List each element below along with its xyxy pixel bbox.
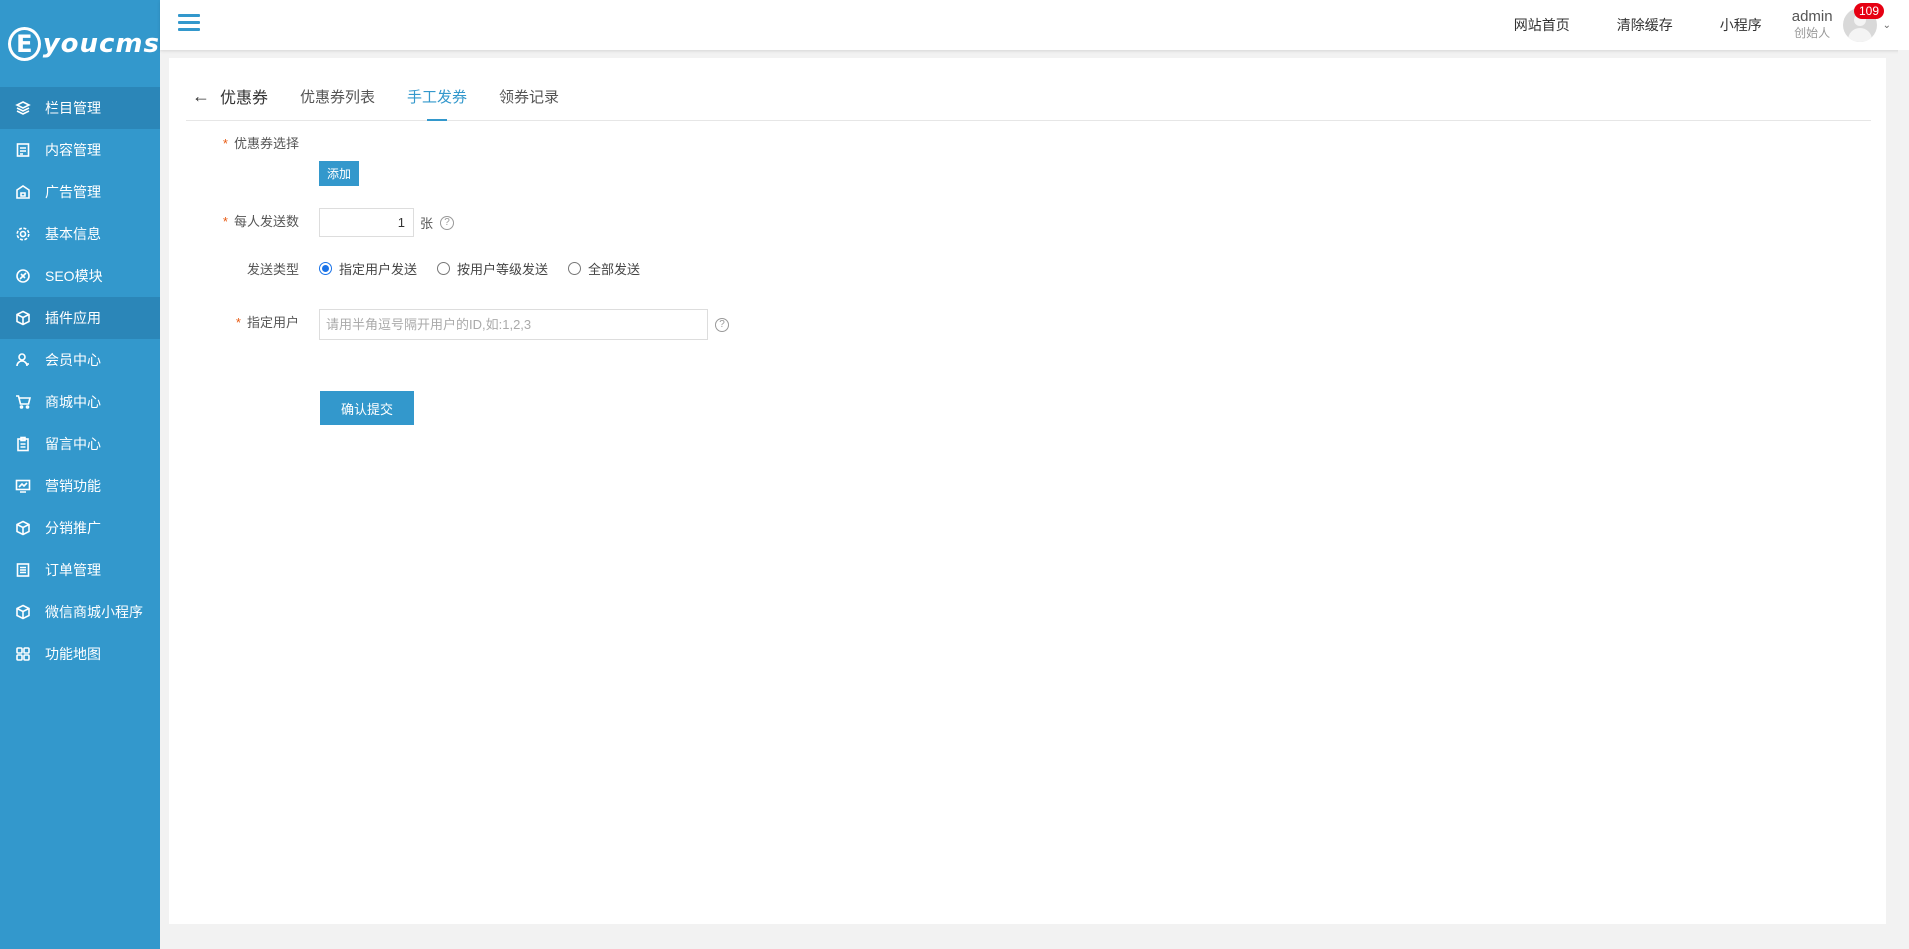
list-icon (15, 562, 31, 578)
clipboard-icon (15, 436, 31, 452)
user-icon (15, 352, 31, 368)
sidebar-item-label: 插件应用 (45, 310, 101, 326)
sidebar-item-label: 内容管理 (45, 142, 101, 158)
notification-badge: 109 (1854, 3, 1885, 19)
tab-coupon-list[interactable]: 优惠券列表 (300, 72, 375, 120)
sidebar-item-ads[interactable]: 广告管理 (0, 171, 160, 213)
grid-icon (15, 646, 31, 662)
user-ids-input[interactable] (319, 309, 708, 340)
radio-unchecked-icon (568, 262, 582, 275)
coupon-select-label: * 优惠券选择 (222, 135, 299, 151)
tab-claim-records[interactable]: 领券记录 (499, 72, 559, 120)
ad-icon (15, 184, 31, 200)
sidebar-item-marketing[interactable]: 营销功能 (0, 465, 160, 507)
cube-icon (15, 520, 31, 536)
sidebar-item-wechat-mall[interactable]: 微信商城小程序 (0, 591, 160, 633)
page-scrollbar[interactable] (1898, 50, 1909, 949)
sidebar-item-label: 订单管理 (45, 562, 101, 578)
tab-bar: ← 优惠券 优惠券列表 手工发券 领券记录 (186, 58, 1871, 121)
user-ids-label: * 指定用户 (235, 314, 299, 330)
brand-logo[interactable]: E youcms (0, 0, 160, 87)
sidebar-item-distribution[interactable]: 分销推广 (0, 507, 160, 549)
sidebar-item-label: 栏目管理 (45, 100, 101, 116)
seo-icon (15, 268, 31, 284)
sidebar-item-shop[interactable]: 商城中心 (0, 381, 160, 423)
sidebar-item-columns[interactable]: 栏目管理 (0, 87, 160, 129)
page-title: 优惠券 (220, 90, 269, 107)
sidebar-item-content[interactable]: 内容管理 (0, 129, 160, 171)
form-row-per-person: * 每人发送数 (169, 209, 299, 231)
per-person-unit: 张 (420, 216, 434, 231)
tab-manual-issue[interactable]: 手工发券 (407, 72, 467, 121)
help-icon[interactable]: ? (715, 317, 729, 332)
add-coupon-button[interactable]: 添加 (319, 161, 360, 186)
form-row-users: * 指定用户 (169, 310, 299, 332)
radio-unchecked-icon (437, 262, 451, 275)
per-person-group: 张 ? (319, 208, 455, 237)
sidebar-item-feature-map[interactable]: 功能地图 (0, 633, 160, 675)
submit-button[interactable]: 确认提交 (320, 391, 414, 425)
radio-checked-icon (319, 262, 332, 275)
logo-badge: E (8, 26, 41, 61)
arrow-left-icon: ← (192, 85, 210, 106)
sidebar-item-label: 营销功能 (45, 478, 101, 494)
cart-icon (15, 394, 31, 410)
user-role: 创始人 (1794, 26, 1831, 40)
sidebar-item-seo[interactable]: SEO模块 (0, 255, 160, 297)
menu-toggle-icon[interactable] (178, 14, 200, 32)
sidebar-item-plugins[interactable]: 插件应用 (0, 297, 160, 339)
back-button[interactable]: ← 优惠券 (186, 72, 268, 120)
radio-by-level[interactable]: 按用户等级发送 (437, 259, 548, 278)
monitor-icon (15, 478, 31, 494)
user-info: admin 创始人 (1792, 9, 1833, 41)
radio-all[interactable]: 全部发送 (568, 259, 640, 278)
send-type-group: 指定用户发送 按用户等级发送 全部发送 (319, 259, 660, 278)
sidebar-item-label: 留言中心 (45, 436, 101, 452)
logo-text: youcms (42, 28, 160, 59)
user-ids-group: ? (319, 309, 729, 340)
sidebar-item-basic-info[interactable]: 基本信息 (0, 213, 160, 255)
link-website-home[interactable]: 网站首页 (1514, 15, 1570, 35)
sidebar-item-label: 功能地图 (45, 646, 101, 662)
sidebar-item-orders[interactable]: 订单管理 (0, 549, 160, 591)
sidebar-item-label: 广告管理 (45, 184, 101, 200)
help-icon[interactable]: ? (440, 215, 455, 230)
sidebar-item-label: 分销推广 (45, 520, 101, 536)
sidebar-item-label: 微信商城小程序 (45, 604, 143, 620)
radio-specific-users[interactable]: 指定用户发送 (319, 259, 417, 278)
chevron-down-icon[interactable]: ⌄ (1883, 20, 1891, 31)
sidebar-item-label: SEO模块 (45, 268, 103, 284)
user-name: admin (1791, 8, 1833, 25)
main-panel: ← 优惠券 优惠券列表 手工发券 领券记录 *优惠券选择 添加 *每人发送数 张… (169, 58, 1886, 924)
sidebar-item-label: 基本信息 (45, 226, 101, 242)
cube-icon (15, 310, 31, 326)
send-type-label: 发送类型 (246, 261, 299, 277)
sidebar-item-members[interactable]: 会员中心 (0, 339, 160, 381)
document-icon (15, 142, 31, 158)
sidebar-item-label: 会员中心 (45, 352, 101, 368)
link-mini-program[interactable]: 小程序 (1720, 15, 1762, 35)
per-person-input[interactable] (319, 208, 414, 237)
sidebar-item-label: 商城中心 (45, 394, 101, 410)
link-clear-cache[interactable]: 清除缓存 (1617, 15, 1673, 35)
top-bar: 网站首页 清除缓存 小程序 admin 创始人 ⌄ (160, 0, 1909, 50)
form-row-coupon: * 优惠券选择 (169, 131, 299, 153)
cube-icon (15, 604, 31, 620)
form-row-send-type: 发送类型 (169, 257, 299, 279)
per-person-label: * 每人发送数 (222, 213, 299, 229)
sidebar-item-messages[interactable]: 留言中心 (0, 423, 160, 465)
layers-icon (15, 100, 31, 116)
sidebar: E youcms 栏目管理 内容管理 广告管理 基本信息 SEO模块 插件应用 … (0, 0, 160, 949)
top-links: 网站首页 清除缓存 小程序 admin 创始人 ⌄ (1514, 0, 1909, 50)
gear-icon (15, 226, 31, 242)
